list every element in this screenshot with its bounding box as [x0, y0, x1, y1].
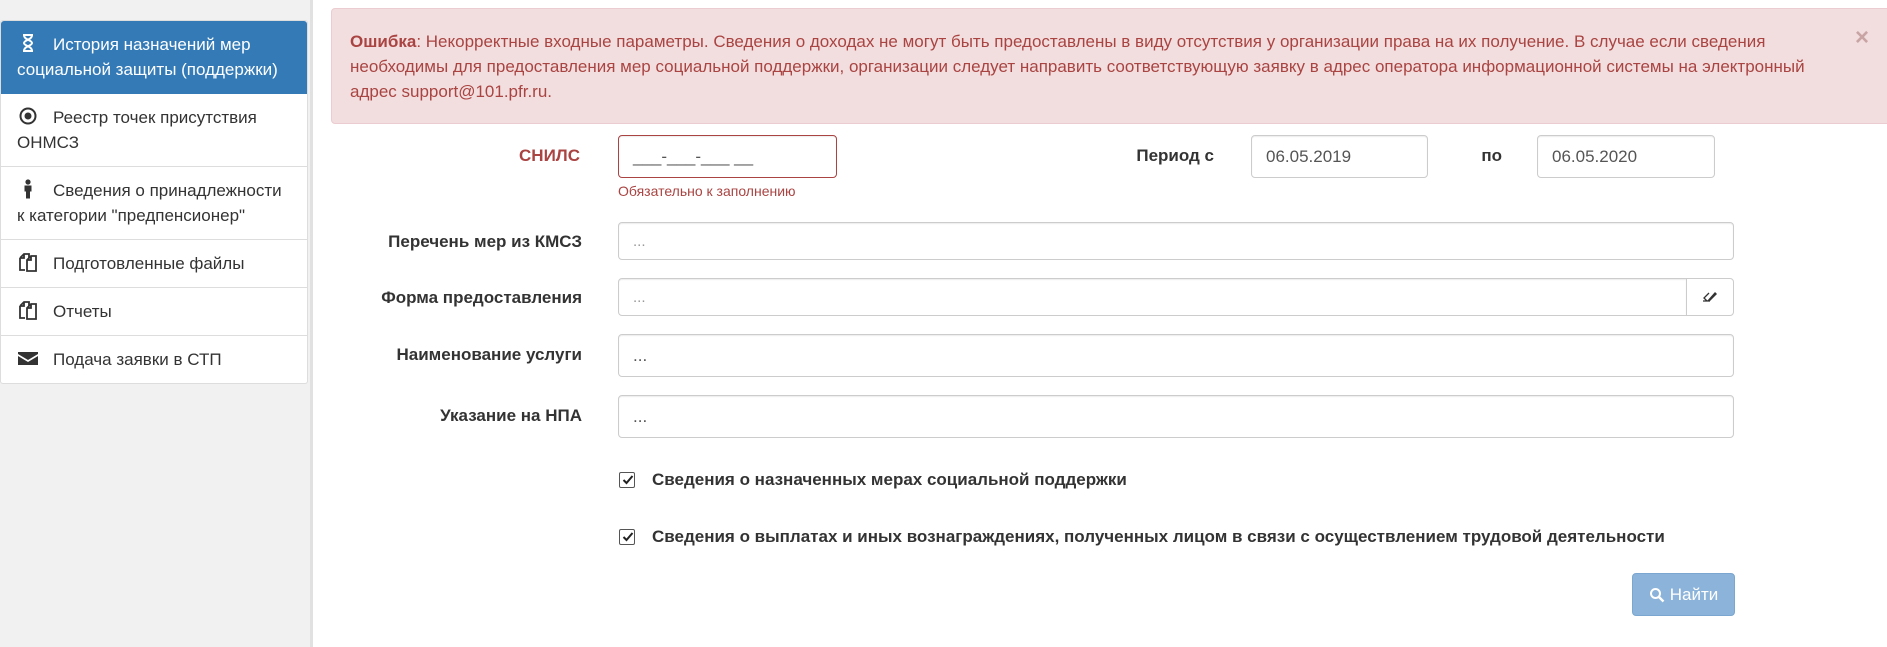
snils-label: СНИЛС [519, 146, 580, 165]
main-content: Ошибка: Некорректные входные параметры. … [313, 0, 1887, 647]
period-to-input[interactable]: 06.05.2020 [1537, 135, 1715, 178]
close-icon[interactable]: × [1855, 26, 1869, 50]
alert-title: Ошибка [350, 32, 417, 51]
npa-value: ... [633, 407, 648, 426]
period-from-input[interactable]: 06.05.2019 [1251, 135, 1428, 178]
checkmark-icon [622, 475, 634, 485]
sidebar-item-reports[interactable]: Отчеты [1, 288, 307, 336]
person-icon [17, 179, 39, 199]
checkbox-payments[interactable] [619, 529, 635, 545]
snils-input[interactable]: ___-___-___ __ [618, 135, 837, 178]
sidebar-item-label: Подача заявки в СТП [53, 350, 222, 369]
sidebar-item-label: Отчеты [53, 302, 112, 321]
measures-placeholder: ... [633, 233, 646, 250]
eraser-icon [1702, 287, 1718, 307]
find-button[interactable]: Найти [1632, 573, 1735, 616]
form-placeholder: ... [633, 289, 646, 306]
envelope-icon [17, 348, 39, 368]
checkbox-measures[interactable] [619, 472, 635, 488]
sidebar-menu: История назначений мер социальной защиты… [0, 20, 308, 384]
checkbox-payments-label: Сведения о выплатах и иных вознаграждени… [652, 527, 1665, 546]
measures-input[interactable]: ... [618, 222, 1734, 260]
checkmark-icon [622, 532, 634, 542]
form-input[interactable]: ... [618, 278, 1687, 316]
npa-label: Указание на НПА [440, 406, 582, 425]
sidebar-item-label: Подготовленные файлы [53, 254, 245, 273]
sidebar-item-prepensioner[interactable]: Сведения о принадлежности к категории "п… [1, 167, 307, 240]
service-value: ... [633, 346, 648, 365]
period-from-label: Период с [1136, 146, 1214, 165]
snils-value: ___-___-___ __ [633, 147, 754, 166]
period-to-value: 06.05.2020 [1552, 147, 1638, 166]
sidebar: История назначений мер социальной защиты… [0, 0, 313, 647]
sidebar-item-support-request[interactable]: Подача заявки в СТП [1, 336, 307, 383]
alert-message: : Некорректные входные параметры. Сведен… [350, 32, 1805, 101]
checkbox-row-payments[interactable]: Сведения о выплатах и иных вознаграждени… [619, 527, 1665, 547]
service-input[interactable]: ... [618, 334, 1734, 377]
checkbox-row-measures[interactable]: Сведения о назначенных мерах социальной … [619, 470, 1127, 490]
error-alert: Ошибка: Некорректные входные параметры. … [331, 8, 1887, 124]
copy-icon [17, 300, 39, 320]
period-to-label: по [1481, 146, 1502, 165]
service-label: Наименование услуги [396, 345, 583, 364]
period-from-value: 06.05.2019 [1266, 147, 1352, 166]
sidebar-item-registry[interactable]: Реестр точек присутствия ОНМСЗ [1, 94, 307, 167]
clear-button[interactable] [1686, 278, 1734, 316]
search-icon [1649, 587, 1665, 602]
measures-label: Перечень мер из КМСЗ [388, 232, 582, 251]
find-button-label: Найти [1669, 584, 1719, 604]
checkbox-measures-label: Сведения о назначенных мерах социальной … [652, 470, 1127, 489]
sidebar-item-label: Сведения о принадлежности к категории "п… [17, 181, 282, 225]
sidebar-item-history[interactable]: История назначений мер социальной защиты… [1, 21, 307, 94]
copy-icon [17, 252, 39, 272]
snils-error-text: Обязательно к заполнению [618, 183, 796, 199]
sidebar-item-label: Реестр точек присутствия ОНМСЗ [17, 108, 257, 152]
hourglass-icon [17, 33, 39, 53]
sidebar-item-label: История назначений мер социальной защиты… [17, 35, 278, 79]
sidebar-item-files[interactable]: Подготовленные файлы [1, 240, 307, 288]
npa-input[interactable]: ... [618, 395, 1734, 438]
target-icon [17, 106, 39, 126]
form-label: Форма предоставления [381, 288, 582, 307]
